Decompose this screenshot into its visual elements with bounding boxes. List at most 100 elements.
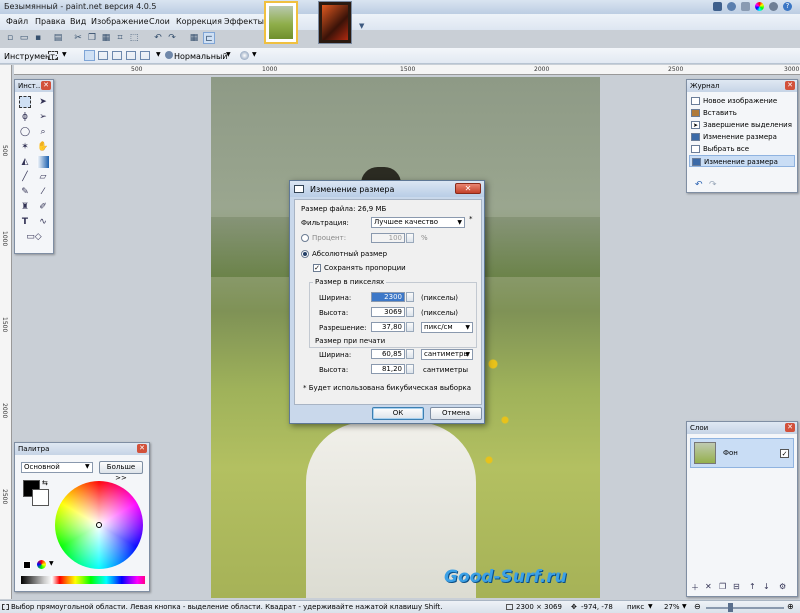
pencil-tool-icon[interactable]: ✎ xyxy=(19,186,31,198)
menu-adjustments[interactable]: Коррекция xyxy=(176,17,222,26)
paintbrush-tool-icon[interactable]: ╱ xyxy=(19,171,31,183)
width-spinner[interactable] xyxy=(406,292,414,302)
delete-layer-icon[interactable]: ✕ xyxy=(705,582,712,591)
redo-icon[interactable]: ↷ xyxy=(166,32,178,44)
height-pixels-input[interactable]: 3069 xyxy=(371,307,405,317)
selection-mode-union-icon[interactable] xyxy=(98,51,108,60)
close-icon[interactable]: ✕ xyxy=(137,444,147,453)
tools-toggle-icon[interactable] xyxy=(713,2,722,11)
ruler-icon[interactable]: ⊏ xyxy=(203,32,215,44)
redo-icon[interactable]: ↷ xyxy=(709,180,717,190)
dialog-header[interactable]: Изменение размера ✕ xyxy=(290,181,484,197)
selection-mode-dropdown-icon[interactable]: ▼ xyxy=(156,51,161,58)
resolution-input[interactable]: 37,80 xyxy=(371,322,405,332)
paint-bucket-tool-icon[interactable]: ◭ xyxy=(19,156,31,168)
history-item[interactable]: Изменение размера xyxy=(689,131,795,143)
colors-toggle-icon[interactable] xyxy=(755,2,764,11)
zoom-tool-icon[interactable]: ⌕ xyxy=(37,126,49,138)
print-height-spinner[interactable] xyxy=(406,364,414,374)
print-width-spinner[interactable] xyxy=(406,349,414,359)
blend-mode-select[interactable]: Нормальный xyxy=(174,52,228,61)
layer-properties-icon[interactable]: ⚙ xyxy=(779,582,786,591)
tab-dropdown-icon[interactable]: ▼ xyxy=(359,22,364,30)
text-tool-icon[interactable]: T xyxy=(19,216,31,228)
menu-view[interactable]: Вид xyxy=(70,17,86,26)
width-pixels-input[interactable]: 2300 xyxy=(371,292,405,302)
color-wheel[interactable] xyxy=(55,481,143,569)
secondary-color-swatch[interactable] xyxy=(32,489,49,506)
antialias-icon[interactable] xyxy=(240,51,249,60)
default-colors-icon[interactable] xyxy=(23,561,31,569)
percent-spinner[interactable] xyxy=(406,233,414,243)
crop-icon[interactable]: ⌗ xyxy=(114,32,126,44)
zoom-slider[interactable] xyxy=(706,607,784,609)
swap-colors-icon[interactable]: ⇆ xyxy=(42,479,48,487)
zoom-in-icon[interactable]: ⊕ xyxy=(787,602,794,611)
shapes-tool-icon[interactable]: ▭◇ xyxy=(19,231,49,243)
resolution-unit-select[interactable]: пикс/см ▼ xyxy=(421,322,473,333)
cut-icon[interactable]: ✂ xyxy=(72,32,84,44)
blend-mode-dropdown-icon[interactable]: ▼ xyxy=(226,51,231,58)
image-tab-thumbnail-1[interactable] xyxy=(264,1,298,44)
history-panel-header[interactable]: Журнал ✕ xyxy=(687,80,797,92)
history-item[interactable]: Вставить xyxy=(689,107,795,119)
palette-dropdown-icon[interactable]: ▼ xyxy=(49,560,54,567)
rectangle-select-icon[interactable] xyxy=(48,51,58,60)
tools-panel-header[interactable]: Инст... ✕ xyxy=(15,80,53,92)
percent-radio[interactable] xyxy=(301,234,309,242)
recolor-tool-icon[interactable]: ✐ xyxy=(37,201,49,213)
add-layer-icon[interactable]: ＋ xyxy=(691,582,699,593)
move-layer-up-icon[interactable]: ↑ xyxy=(749,582,756,591)
tool-dropdown-icon[interactable]: ▼ xyxy=(62,51,67,58)
settings-icon[interactable] xyxy=(769,2,778,11)
gradient-tool-icon[interactable] xyxy=(37,156,49,168)
grid-icon[interactable]: ▦ xyxy=(188,32,200,44)
colors-panel-header[interactable]: Палитра ✕ xyxy=(15,443,149,455)
units-select[interactable]: пикс xyxy=(627,603,644,611)
height-spinner[interactable] xyxy=(406,307,414,317)
close-icon[interactable]: ✕ xyxy=(41,81,51,90)
magic-wand-tool-icon[interactable]: ✶ xyxy=(19,141,31,153)
lasso-tool-icon[interactable]: ϕ xyxy=(19,111,31,123)
zoom-dropdown-icon[interactable]: ▼ xyxy=(682,603,687,610)
percent-input[interactable]: 100 xyxy=(371,233,405,243)
absolute-size-radio[interactable] xyxy=(301,250,309,258)
resolution-spinner[interactable] xyxy=(406,322,414,332)
menu-image[interactable]: Изображение xyxy=(91,17,149,26)
filter-select[interactable]: Лучшее качество ▼ xyxy=(371,217,465,228)
history-toggle-icon[interactable] xyxy=(727,2,736,11)
print-width-input[interactable]: 60,85 xyxy=(371,349,405,359)
layers-toggle-icon[interactable] xyxy=(741,2,750,11)
history-item[interactable]: ➤ Завершение выделения xyxy=(689,119,795,131)
menu-file[interactable]: Файл xyxy=(6,17,28,26)
move-layer-down-icon[interactable]: ↓ xyxy=(763,582,770,591)
help-icon[interactable]: ? xyxy=(783,2,792,11)
ok-button[interactable]: ОК xyxy=(372,407,424,420)
line-curve-tool-icon[interactable]: ∿ xyxy=(37,216,49,228)
layer-visibility-checkbox[interactable]: ✓ xyxy=(780,449,789,458)
ellipse-select-tool-icon[interactable]: ◯ xyxy=(19,126,31,138)
open-file-icon[interactable]: ▭ xyxy=(18,32,30,44)
close-icon[interactable]: ✕ xyxy=(455,183,481,194)
print-height-input[interactable]: 81,20 xyxy=(371,364,405,374)
history-item[interactable]: Новое изображение xyxy=(689,95,795,107)
zoom-out-icon[interactable]: ⊖ xyxy=(694,602,701,611)
pan-tool-icon[interactable]: ✋ xyxy=(37,141,49,153)
chevron-down-icon[interactable]: ▼ xyxy=(85,463,90,470)
clone-stamp-tool-icon[interactable]: ♜ xyxy=(19,201,31,213)
zoom-level[interactable]: 27% xyxy=(664,603,680,611)
image-tab-thumbnail-2[interactable] xyxy=(318,1,352,44)
menu-effects[interactable]: Эффекты xyxy=(224,17,264,26)
move-selection-tool-icon[interactable]: ➢ xyxy=(37,111,49,123)
merge-layer-icon[interactable]: ⊟ xyxy=(733,582,740,591)
selection-mode-replace-icon[interactable] xyxy=(84,50,95,61)
antialias-dropdown-icon[interactable]: ▼ xyxy=(252,51,257,58)
close-icon[interactable]: ✕ xyxy=(785,81,795,90)
history-item-selected[interactable]: Изменение размера xyxy=(689,155,795,167)
deselect-icon[interactable]: ⬚ xyxy=(128,32,140,44)
duplicate-layer-icon[interactable]: ❐ xyxy=(719,582,726,591)
close-icon[interactable]: ✕ xyxy=(785,423,795,432)
new-file-icon[interactable]: ▫ xyxy=(4,32,16,44)
print-icon[interactable]: ▤ xyxy=(52,32,64,44)
rectangle-select-tool-icon[interactable] xyxy=(19,96,31,108)
